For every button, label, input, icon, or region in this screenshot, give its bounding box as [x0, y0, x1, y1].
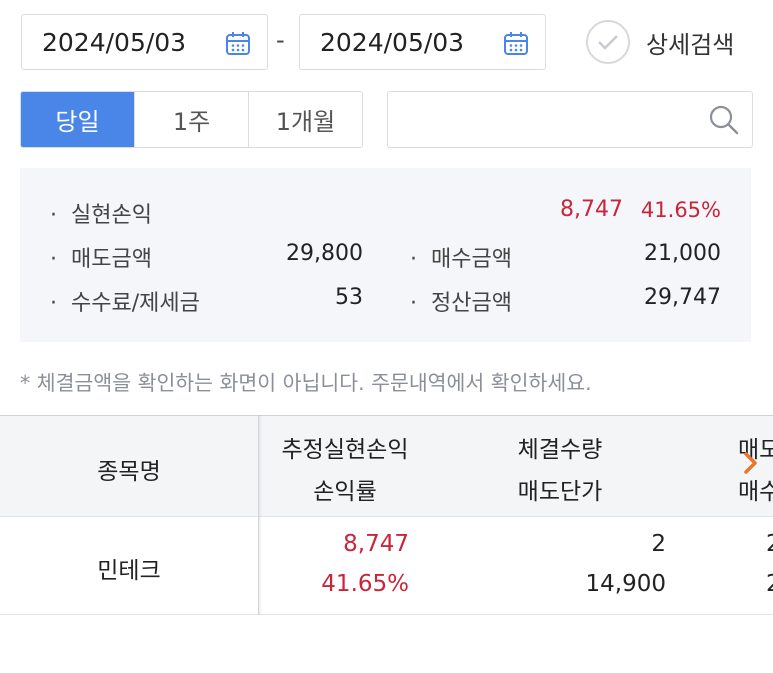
header-sell-price: 매도단가 [517, 479, 603, 505]
header-name: 종목명 [97, 459, 161, 485]
calendar-icon[interactable] [225, 30, 251, 56]
summary-panel: · 실현손익 8,747 41.65% · 매도금액 29,800 · 매수금액… [20, 168, 751, 342]
header-qty: 체결수량 [517, 437, 603, 463]
search-input[interactable] [400, 102, 700, 138]
search-icon[interactable] [708, 104, 740, 136]
chevron-right-icon[interactable] [742, 448, 760, 478]
row-stock-name: 민테크 [97, 558, 161, 584]
settlement-value: 29,747 [644, 285, 721, 310]
fee-tax-value: 53 [335, 285, 363, 310]
tab-today[interactable]: 당일 [21, 92, 134, 147]
end-date-field[interactable]: 2024/05/03 [299, 14, 546, 70]
row-est-pl: 8,747 [343, 531, 409, 557]
sell-amount-label: · 매도금액 [50, 247, 152, 272]
detail-search-label: 상세검색 [646, 30, 735, 59]
period-tabs: 당일 1주 1개월 [20, 91, 363, 148]
start-date-text: 2024/05/03 [42, 27, 187, 57]
start-date-field[interactable]: 2024/05/03 [21, 14, 268, 70]
table-row[interactable]: 민테크 8,747 41.65% 2 14,900 2 2 [0, 516, 773, 615]
check-circle-icon[interactable] [586, 20, 630, 64]
table-header: 종목명 추정실현손익 손익률 체결수량 매도단가 매도 매수 [0, 415, 773, 516]
header-est-pl: 추정실현손익 [281, 437, 409, 463]
realized-pl-label: · 실현손익 [50, 203, 152, 228]
fee-tax-label: · 수수료/제세금 [50, 291, 200, 316]
settlement-label: · 정산금액 [410, 291, 512, 316]
buy-amount-label: · 매수금액 [410, 247, 512, 272]
row-sell-price: 14,900 [585, 571, 666, 597]
row-pl-rate: 41.65% [321, 571, 409, 597]
row-next-top: 2 [766, 531, 773, 557]
realized-pl-rate: 41.65% [640, 198, 721, 222]
tab-1-week[interactable]: 1주 [134, 92, 248, 147]
header-pl-rate: 손익률 [313, 479, 377, 505]
notice-text: * 체결금액을 확인하는 화면이 아닙니다. 주문내역에서 확인하세요. [20, 371, 592, 395]
calendar-icon[interactable] [503, 30, 529, 56]
tab-1-month[interactable]: 1개월 [248, 92, 362, 147]
detail-search-toggle[interactable]: 상세검색 [586, 20, 734, 64]
summary-row-amounts: · 매도금액 29,800 · 매수금액 21,000 [20, 235, 751, 275]
row-next-bottom: 2 [766, 571, 773, 597]
date-separator: - [276, 26, 285, 54]
sell-amount-value: 29,800 [286, 241, 363, 266]
frozen-column-divider [258, 415, 259, 615]
realized-pl-value: 8,747 [560, 197, 623, 222]
summary-row-realized: · 실현손익 8,747 41.65% [20, 191, 751, 231]
end-date-text: 2024/05/03 [320, 27, 465, 57]
search-box[interactable] [387, 91, 753, 148]
row-qty: 2 [651, 531, 666, 557]
summary-row-fees: · 수수료/제세금 53 · 정산금액 29,747 [20, 279, 751, 319]
buy-amount-value: 21,000 [644, 241, 721, 266]
